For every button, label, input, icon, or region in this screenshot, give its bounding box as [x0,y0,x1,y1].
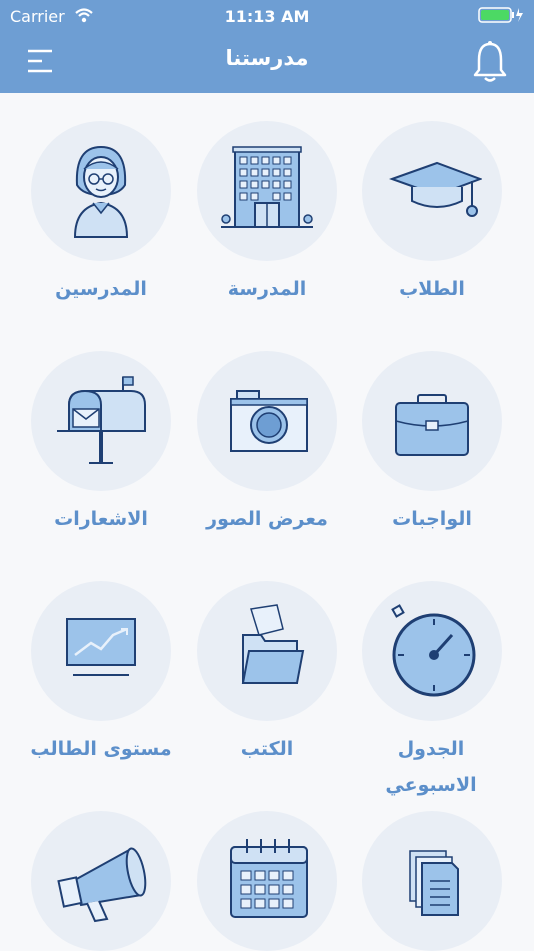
school-building-icon [221,146,313,228]
tile-circle [197,351,337,491]
megaphone-icon [57,847,147,923]
tile-label: معرض الصور [206,508,328,530]
tile-label: الكتب [240,738,294,760]
status-bar: Carrier 11:13 AM [0,0,534,32]
mailbox-icon [57,376,146,464]
tile-label: مستوى الطالب [30,738,172,760]
tile-circle [362,581,502,721]
documents-icon [409,850,459,916]
tile-circle [31,811,171,951]
tile-label: المدرسين [55,278,147,300]
graduation-cap-icon [389,161,482,217]
stopwatch-icon [391,604,476,697]
tile-circle [31,351,171,491]
tile-circle [197,811,337,951]
tile-circle [362,121,502,261]
tile-circle [31,121,171,261]
battery-icon [478,7,524,27]
teacher-icon [73,145,129,238]
navigation-bar: مدرستنا [0,32,534,93]
tile-circle [197,581,337,721]
briefcase-icon [395,394,469,456]
tile-label: الاشعارات [54,508,148,530]
folder-icon [241,604,305,684]
tile-circle [362,351,502,491]
tile-circle [31,581,171,721]
tile-label: الجدول الاسبوعي [385,738,477,796]
app-header: Carrier 11:13 AM مدرستنا [0,0,534,93]
bell-icon[interactable] [470,40,510,84]
menu-grid: الطلاب المدرسة المدرسين الواجبات معرض ال… [0,93,534,951]
tile-label: الطلاب [399,278,465,300]
chart-monitor-icon [66,618,136,676]
camera-icon [230,390,308,452]
tile-label: المدرسة [227,278,307,300]
status-time: 11:13 AM [224,7,310,26]
tile-circle [362,811,502,951]
calendar-icon [230,839,308,918]
tile-label: الواجبات [392,508,472,530]
page-title: مدرستنا [225,46,309,70]
tile-circle [197,121,337,261]
